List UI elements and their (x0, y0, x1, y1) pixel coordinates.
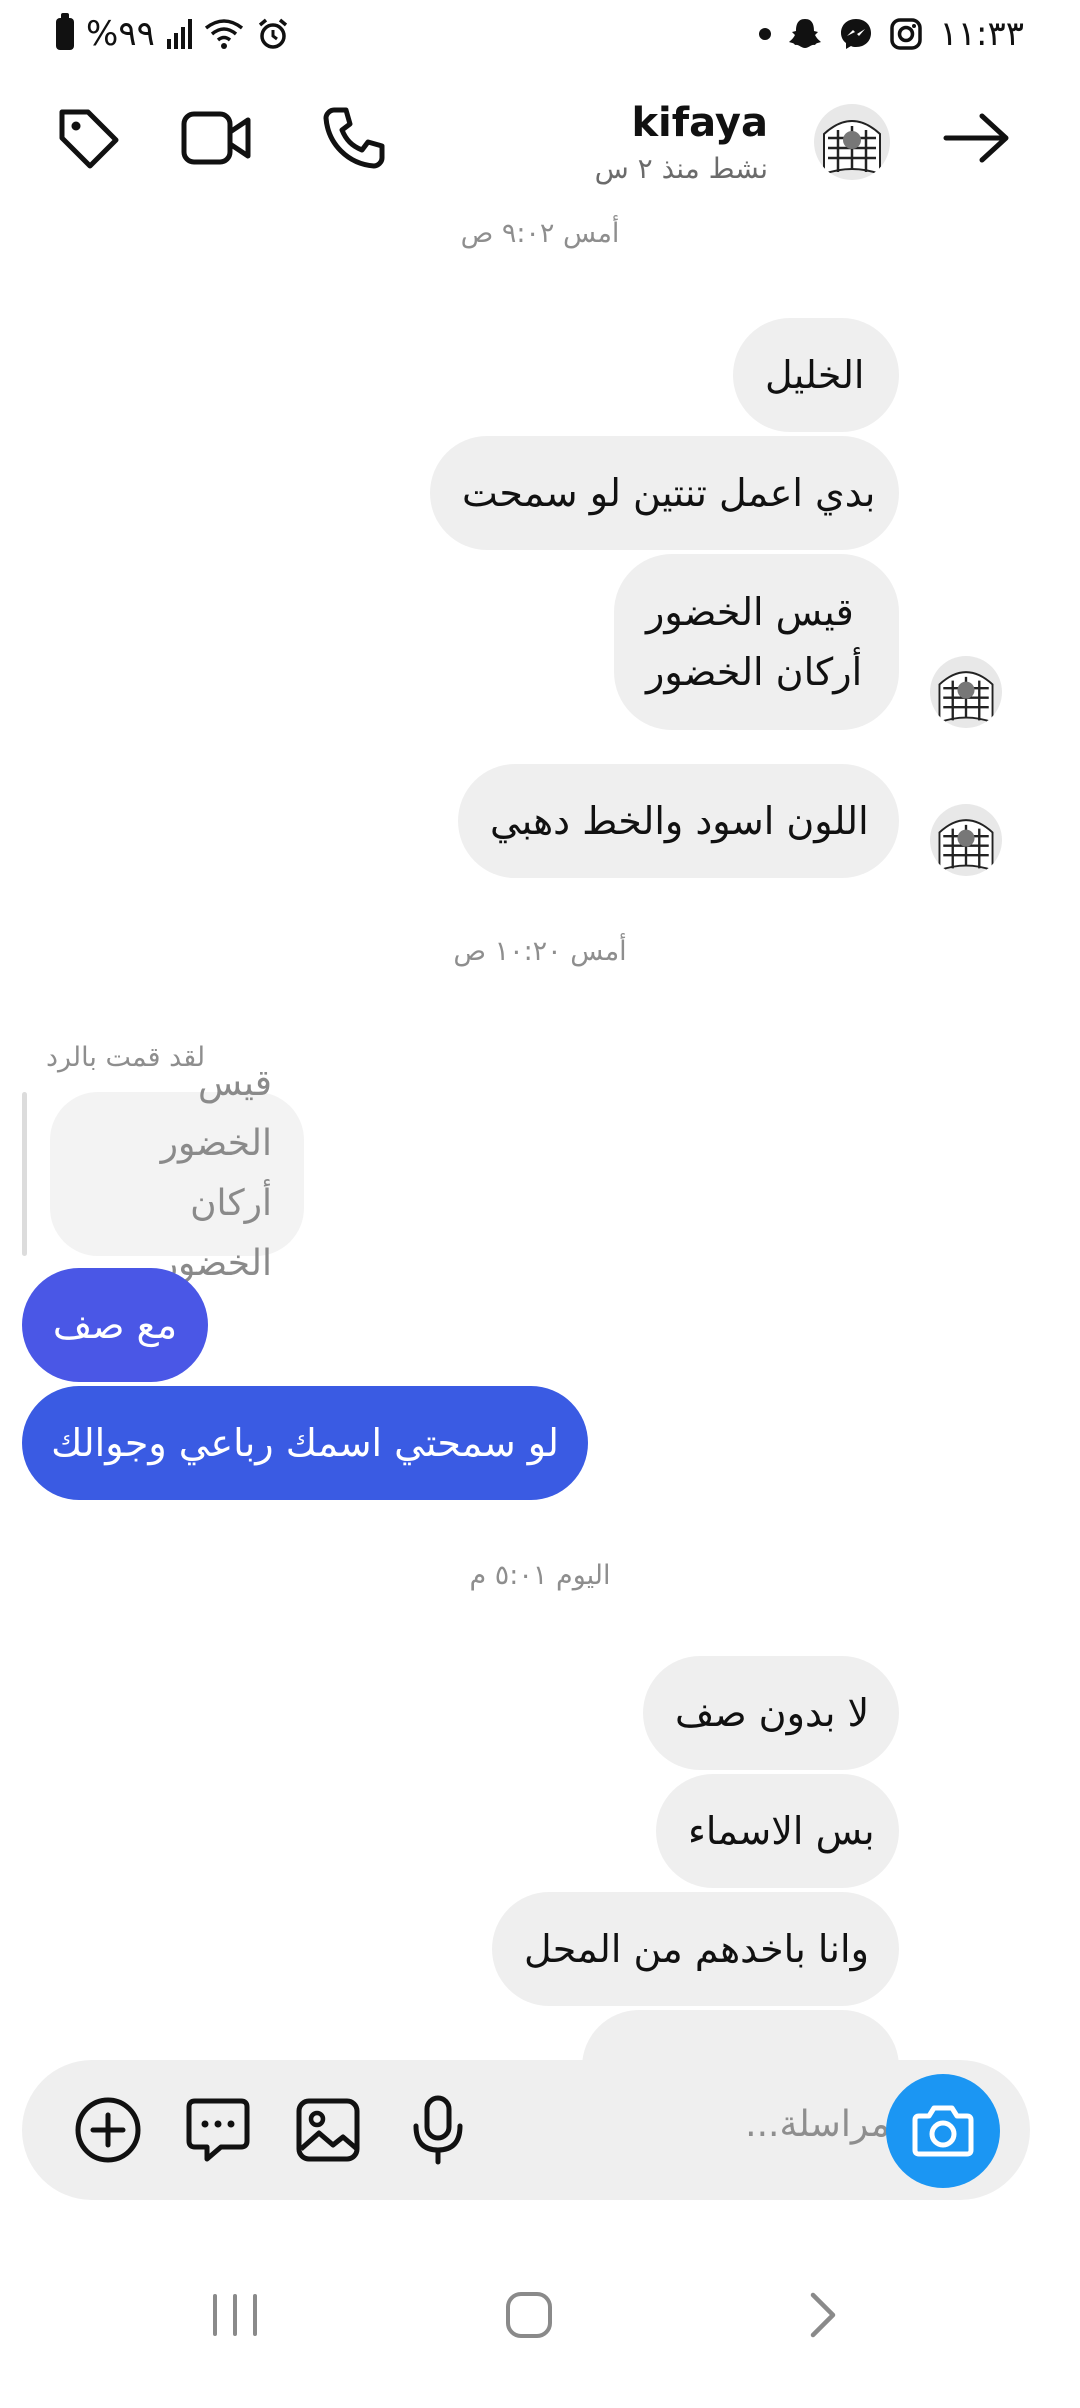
reply-quote[interactable]: قيس الخضور أركان الخضور (50, 1063, 304, 1284)
camera-icon (912, 2105, 974, 2157)
video-call-icon[interactable] (176, 98, 256, 178)
timestamp: اليوم ٥:٠١ م (469, 1560, 611, 1591)
clock: ١١:٣٣ (939, 14, 1024, 54)
quote-line: قيس الخضور (160, 1063, 272, 1164)
back-icon[interactable] (778, 2270, 868, 2360)
alarm-icon (258, 18, 287, 49)
tag-icon[interactable] (48, 98, 128, 178)
avatar[interactable] (930, 656, 1002, 728)
status-bar: %٩٩ ١١:٣٣ (0, 0, 1080, 74)
add-icon[interactable] (68, 2090, 148, 2170)
chat-header: kifaya نشط منذ ٢ س (0, 80, 1080, 210)
incoming-message[interactable]: لا بدون صف (643, 1656, 899, 1770)
avatar[interactable] (930, 804, 1002, 876)
message-line: قيس الخضور (646, 590, 854, 634)
timestamp: أمس ١٠:٢٠ ص (453, 936, 627, 967)
recent-apps-icon[interactable] (190, 2270, 280, 2360)
messenger-icon (841, 19, 872, 49)
incoming-message[interactable]: اللون اسود والخط دهبي (458, 764, 899, 878)
contact-name[interactable]: kifaya (631, 100, 768, 146)
timestamp: أمس ٩:٠٢ ص (460, 218, 620, 249)
incoming-message[interactable]: الخليل (733, 318, 899, 432)
gallery-icon[interactable] (288, 2090, 368, 2170)
camera-button[interactable] (886, 2074, 1000, 2188)
wifi-icon (204, 19, 243, 49)
outgoing-message[interactable]: لو سمحتي اسمك رباعي وجوالك (22, 1386, 588, 1500)
avatar[interactable] (814, 104, 890, 180)
contact-status: نشط منذ ٢ س (594, 152, 768, 185)
forward-arrow-icon[interactable] (936, 98, 1016, 178)
status-left: %٩٩ (56, 13, 290, 54)
incoming-message[interactable]: بس الاسماء (656, 1774, 899, 1888)
dot-icon (759, 28, 772, 40)
snapchat-icon (789, 19, 822, 48)
signal-icon (166, 19, 192, 49)
sticker-icon[interactable] (178, 2090, 258, 2170)
message-input[interactable]: مراسلة... (745, 2104, 890, 2145)
status-right: ١١:٣٣ (759, 14, 1024, 54)
incoming-message[interactable]: وانا باخدهم من المحل (492, 1892, 899, 2006)
reply-divider (22, 1092, 27, 1256)
outgoing-message[interactable]: مع صف (22, 1268, 208, 1382)
incoming-message[interactable]: قيس الخضور أركان الخضور (614, 554, 899, 730)
battery-level: %٩٩ (86, 14, 155, 54)
mic-icon[interactable] (398, 2090, 478, 2170)
message-composer: مراسلة... (22, 2060, 1030, 2200)
system-nav-bar (0, 2220, 1080, 2408)
home-icon[interactable] (484, 2270, 574, 2360)
message-line: أركان الخضور (646, 650, 863, 694)
battery-icon (56, 13, 74, 50)
phone-icon[interactable] (314, 98, 394, 178)
instagram-icon (890, 18, 923, 50)
incoming-message[interactable]: بدي اعمل تنتين لو سمحت (430, 436, 899, 550)
